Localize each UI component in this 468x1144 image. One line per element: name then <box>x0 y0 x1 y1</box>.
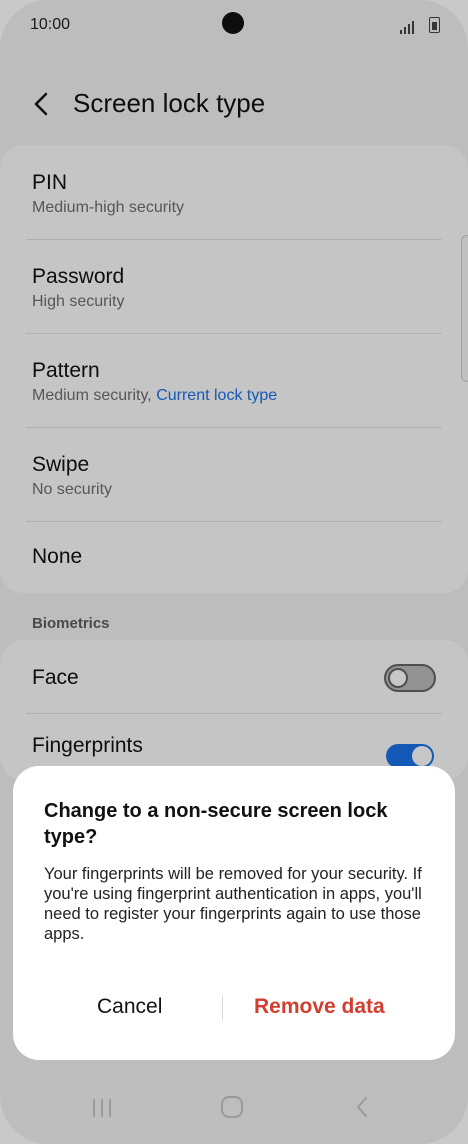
confirm-dialog: Change to a non-secure screen lock type?… <box>13 766 455 1060</box>
phone-screen: 10:00 Screen lock type PIN Medium-high s… <box>0 0 468 1144</box>
dialog-title: Change to a non-secure screen lock type? <box>44 800 388 848</box>
nav-back-icon[interactable] <box>352 1096 374 1118</box>
cancel-button[interactable]: Cancel <box>97 994 162 1020</box>
recent-apps-icon[interactable] <box>90 1098 114 1118</box>
remove-data-button[interactable]: Remove data <box>254 994 385 1020</box>
dialog-body: Your fingerprints will be removed for yo… <box>44 865 422 943</box>
button-divider <box>222 996 223 1020</box>
navigation-bar <box>0 1074 468 1144</box>
home-icon[interactable] <box>221 1096 243 1118</box>
